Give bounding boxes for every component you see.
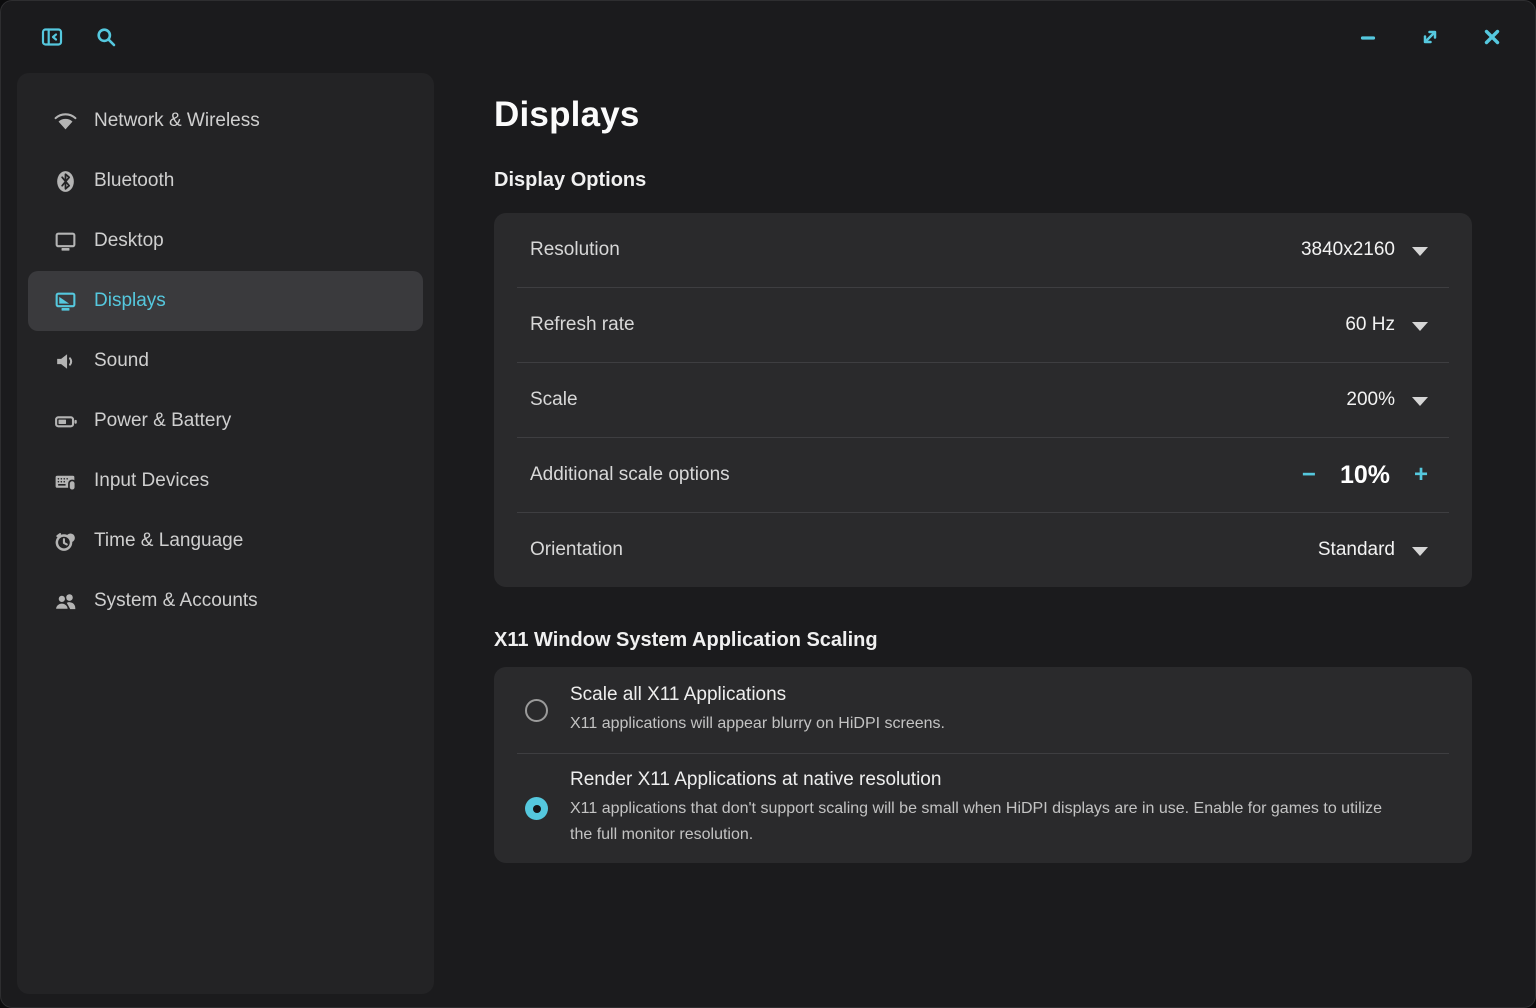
scale-all-x11-description: X11 applications will appear blurry on H… xyxy=(570,711,945,737)
sidebar-toggle-icon[interactable] xyxy=(39,24,65,50)
refresh-rate-label: Refresh rate xyxy=(530,314,635,336)
chevron-down-icon xyxy=(1412,322,1428,331)
scale-dropdown[interactable]: 200% xyxy=(1346,389,1428,411)
render-x11-native-title: Render X11 Applications at native resolu… xyxy=(570,769,1405,791)
displays-icon xyxy=(52,288,78,314)
resolution-value: 3840x2160 xyxy=(1301,239,1395,261)
scale-all-x11-title: Scale all X11 Applications xyxy=(570,684,945,706)
sidebar-item-label: Sound xyxy=(94,350,149,372)
sidebar: Network & Wireless Bluetooth Desktop xyxy=(17,73,434,994)
wifi-icon xyxy=(52,108,78,134)
settings-window: Network & Wireless Bluetooth Desktop xyxy=(0,0,1536,1008)
chevron-down-icon xyxy=(1412,247,1428,256)
display-options-panel: Resolution 3840x2160 Refresh rate 60 Hz … xyxy=(494,213,1472,587)
sidebar-item-label: System & Accounts xyxy=(94,590,258,612)
titlebar xyxy=(1,1,1535,73)
desktop-icon xyxy=(52,228,78,254)
refresh-rate-value: 60 Hz xyxy=(1345,314,1395,336)
radio-unchecked-icon[interactable] xyxy=(525,699,548,722)
bluetooth-icon xyxy=(52,168,78,194)
resolution-label: Resolution xyxy=(530,239,620,261)
scale-row: Scale 200% xyxy=(494,363,1472,437)
refresh-rate-row: Refresh rate 60 Hz xyxy=(494,288,1472,362)
chevron-down-icon xyxy=(1412,547,1428,556)
close-button[interactable] xyxy=(1479,24,1505,50)
sidebar-item-label: Bluetooth xyxy=(94,170,174,192)
sidebar-item-label: Network & Wireless xyxy=(94,110,260,132)
render-x11-native-option[interactable]: Render X11 Applications at native resolu… xyxy=(494,754,1472,863)
keyboard-mouse-icon xyxy=(52,468,78,494)
resolution-dropdown[interactable]: 3840x2160 xyxy=(1301,239,1428,261)
refresh-rate-dropdown[interactable]: 60 Hz xyxy=(1345,314,1428,336)
chevron-down-icon xyxy=(1412,397,1428,406)
clock-icon xyxy=(52,528,78,554)
sidebar-item-time-language[interactable]: Time & Language xyxy=(28,511,423,571)
battery-icon xyxy=(52,408,78,434)
additional-scale-value: 10% xyxy=(1340,461,1390,490)
sidebar-item-label: Time & Language xyxy=(94,530,243,552)
sidebar-item-desktop[interactable]: Desktop xyxy=(28,211,423,271)
orientation-label: Orientation xyxy=(530,539,623,561)
sidebar-item-network-wireless[interactable]: Network & Wireless xyxy=(28,91,423,151)
resolution-row: Resolution 3840x2160 xyxy=(494,213,1472,287)
additional-scale-row: Additional scale options − 10% + xyxy=(494,438,1472,512)
maximize-button[interactable] xyxy=(1417,24,1443,50)
page-title: Displays xyxy=(494,95,1472,135)
sidebar-item-system-accounts[interactable]: System & Accounts xyxy=(28,571,423,631)
speaker-icon xyxy=(52,348,78,374)
orientation-value: Standard xyxy=(1318,539,1395,561)
orientation-row: Orientation Standard xyxy=(494,513,1472,587)
scale-value: 200% xyxy=(1346,389,1395,411)
sidebar-item-bluetooth[interactable]: Bluetooth xyxy=(28,151,423,211)
minus-button[interactable]: − xyxy=(1302,463,1316,487)
orientation-dropdown[interactable]: Standard xyxy=(1318,539,1428,561)
radio-checked-icon[interactable] xyxy=(525,797,548,820)
x11-scaling-panel: Scale all X11 Applications X11 applicati… xyxy=(494,667,1472,863)
minimize-button[interactable] xyxy=(1355,24,1381,50)
users-icon xyxy=(52,588,78,614)
sidebar-item-label: Displays xyxy=(94,290,166,312)
sidebar-item-sound[interactable]: Sound xyxy=(28,331,423,391)
sidebar-item-label: Input Devices xyxy=(94,470,209,492)
additional-scale-stepper: − 10% + xyxy=(1302,461,1428,490)
render-x11-native-description: X11 applications that don't support scal… xyxy=(570,796,1405,848)
sidebar-item-label: Power & Battery xyxy=(94,410,231,432)
scale-label: Scale xyxy=(530,389,578,411)
main-content: Displays Display Options Resolution 3840… xyxy=(434,73,1535,1007)
display-options-heading: Display Options xyxy=(494,169,1472,192)
additional-scale-label: Additional scale options xyxy=(530,464,730,486)
x11-scaling-heading: X11 Window System Application Scaling xyxy=(494,629,1472,652)
plus-button[interactable]: + xyxy=(1414,463,1428,487)
sidebar-item-label: Desktop xyxy=(94,230,164,252)
scale-all-x11-option[interactable]: Scale all X11 Applications X11 applicati… xyxy=(494,667,1472,753)
sidebar-item-power-battery[interactable]: Power & Battery xyxy=(28,391,423,451)
sidebar-item-displays[interactable]: Displays xyxy=(28,271,423,331)
sidebar-item-input-devices[interactable]: Input Devices xyxy=(28,451,423,511)
search-icon[interactable] xyxy=(93,24,119,50)
